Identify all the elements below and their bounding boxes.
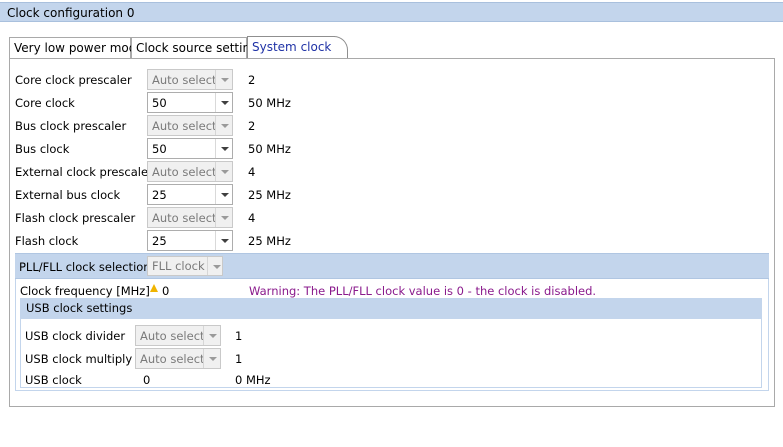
usb-clock-settings-header: USB clock settings: [21, 299, 761, 319]
tab-very-low-power-mode[interactable]: Very low power mode: [9, 37, 144, 59]
tab-clock-source-setting[interactable]: Clock source setting: [131, 37, 258, 59]
chevron-down-icon[interactable]: [215, 185, 232, 204]
chevron-down-icon: [215, 70, 232, 89]
usb-clock-settings-group: USB clock settings USB clock divider Aut…: [20, 298, 762, 388]
usb-clock-divider-value: Auto select: [140, 329, 205, 343]
flash-clock-value: 25: [152, 234, 167, 248]
core-clock-prescaler-select: Auto select: [147, 69, 233, 90]
usb-clock-label: USB clock: [25, 373, 82, 387]
chevron-down-icon: [203, 326, 220, 345]
flash-clock-combo[interactable]: 25: [147, 230, 233, 251]
core-clock-value: 50: [152, 96, 167, 110]
external-clock-prescaler-output: 4: [248, 165, 256, 179]
external-clock-prescaler-select: Auto select: [147, 161, 233, 182]
external-bus-clock-label: External bus clock: [15, 188, 121, 202]
external-clock-prescaler-row: External clock prescaler Auto select 4: [0, 161, 300, 183]
clock-frequency-label: Clock frequency [MHz]: [20, 284, 150, 298]
external-bus-clock-row: External bus clock 25 25 MHz: [0, 184, 300, 206]
clock-frequency-row: Clock frequency [MHz] 0 Warning: The PLL…: [0, 282, 780, 298]
core-clock-prescaler-label: Core clock prescaler: [15, 73, 132, 87]
chevron-down-icon: [215, 116, 232, 135]
core-clock-prescaler-row: Core clock prescaler Auto select 2: [0, 69, 300, 91]
flash-clock-label: Flash clock: [15, 234, 79, 248]
core-clock-prescaler-value: Auto select: [152, 73, 217, 87]
usb-clock-divider-select: Auto select: [135, 325, 221, 346]
tab-system-clocks[interactable]: System clocks: [247, 36, 348, 59]
external-bus-clock-value: 25: [152, 188, 167, 202]
bus-clock-prescaler-select: Auto select: [147, 115, 233, 136]
external-clock-prescaler-value: Auto select: [152, 165, 217, 179]
core-clock-label: Core clock: [15, 96, 75, 110]
tab-system-clocks-label: System clocks: [252, 40, 338, 54]
flash-clock-prescaler-value: Auto select: [152, 211, 217, 225]
chevron-down-icon[interactable]: [215, 231, 232, 250]
usb-clock-divider-row: USB clock divider Auto select 1: [21, 325, 321, 347]
external-bus-clock-combo[interactable]: 25: [147, 184, 233, 205]
bus-clock-prescaler-label: Bus clock prescaler: [15, 119, 127, 133]
chevron-down-icon[interactable]: [215, 139, 232, 158]
bus-clock-combo[interactable]: 50: [147, 138, 233, 159]
usb-clock-multiply-output: 1: [235, 352, 243, 366]
bus-clock-row: Bus clock 50 50 MHz: [0, 138, 300, 160]
window-title: Clock configuration 0: [0, 2, 783, 22]
chevron-down-icon: [215, 162, 232, 181]
usb-clock-output: 0 MHz: [235, 373, 271, 387]
pll-fll-header: PLL/FLL clock selection FLL clock: [15, 253, 769, 279]
pll-fll-label: PLL/FLL clock selection: [19, 260, 151, 274]
usb-clock-value: 0: [143, 373, 151, 387]
core-clock-prescaler-output: 2: [248, 73, 256, 87]
clock-frequency-value: 0: [162, 284, 170, 298]
flash-clock-prescaler-output: 4: [248, 211, 256, 225]
chevron-down-icon: [215, 208, 232, 227]
flash-clock-prescaler-row: Flash clock prescaler Auto select 4: [0, 207, 300, 229]
bus-clock-label: Bus clock: [15, 142, 70, 156]
usb-clock-multiply-label: USB clock multiply: [25, 352, 133, 366]
flash-clock-prescaler-label: Flash clock prescaler: [15, 211, 136, 225]
external-clock-prescaler-label: External clock prescaler: [15, 165, 153, 179]
usb-clock-multiply-select: Auto select: [135, 348, 221, 369]
core-clock-combo[interactable]: 50: [147, 92, 233, 113]
flash-clock-output: 25 MHz: [248, 234, 291, 248]
pll-fll-select: FLL clock: [147, 256, 223, 276]
flash-clock-row: Flash clock 25 25 MHz: [0, 230, 300, 252]
bus-clock-prescaler-row: Bus clock prescaler Auto select 2: [0, 115, 300, 137]
chevron-down-icon: [203, 349, 220, 368]
pll-fll-value: FLL clock: [152, 259, 205, 273]
chevron-down-icon: [207, 257, 222, 275]
usb-clock-row: USB clock 0 0 MHz: [21, 371, 321, 387]
flash-clock-prescaler-select: Auto select: [147, 207, 233, 228]
bus-clock-output: 50 MHz: [248, 142, 291, 156]
usb-clock-multiply-value: Auto select: [140, 352, 205, 366]
usb-clock-divider-output: 1: [235, 329, 243, 343]
bus-clock-prescaler-output: 2: [248, 119, 256, 133]
usb-clock-divider-label: USB clock divider: [25, 329, 126, 343]
chevron-down-icon[interactable]: [215, 93, 232, 112]
bus-clock-prescaler-value: Auto select: [152, 119, 217, 133]
core-clock-output: 50 MHz: [248, 96, 291, 110]
bus-clock-value: 50: [152, 142, 167, 156]
external-bus-clock-output: 25 MHz: [248, 188, 291, 202]
core-clock-row: Core clock 50 50 MHz: [0, 92, 300, 114]
warning-icon: [150, 284, 158, 292]
warning-message: Warning: The PLL/FLL clock value is 0 - …: [249, 284, 597, 298]
usb-clock-multiply-row: USB clock multiply Auto select 1: [21, 348, 321, 370]
tab-curve: [332, 36, 348, 59]
